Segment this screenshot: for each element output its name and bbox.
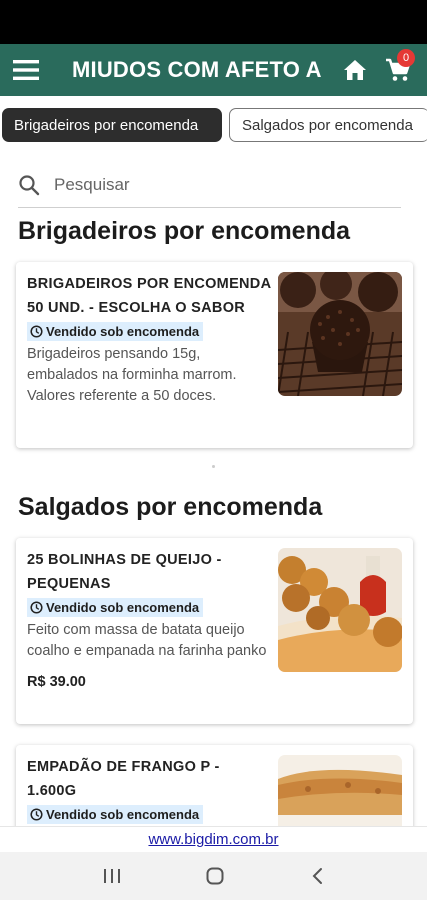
made-to-order-badge: Vendido sob encomenda (27, 805, 204, 824)
search-input[interactable] (54, 174, 354, 195)
made-to-order-badge: Vendido sob encomenda (27, 598, 204, 617)
clock-icon (30, 808, 43, 821)
search-icon (19, 174, 40, 195)
product-card[interactable]: BRIGADEIROS POR ENCOMENDA 50 UND. - ESCO… (16, 262, 413, 448)
status-bar (0, 0, 427, 44)
back-icon[interactable] (310, 867, 324, 885)
product-description: Brigadeiros pensando 15g, embalados na f… (27, 346, 237, 404)
app-bar: MIUDOS COM AFETO A 0 (0, 44, 427, 96)
cheese-balls-photo (278, 548, 402, 672)
home-button[interactable] (335, 44, 375, 96)
app-title: MIUDOS COM AFETO A (72, 57, 322, 82)
brigadeiro-photo (278, 272, 402, 396)
product-name: 25 BOLINHAS DE QUEIJO - PEQUENAS (27, 552, 222, 592)
cart-count-badge: 0 (397, 49, 415, 67)
product-name: BRIGADEIROS POR ENCOMENDA 50 UND. - ESCO… (27, 276, 271, 316)
tab-salgados[interactable]: Salgados por encomenda (229, 108, 427, 142)
menu-icon (13, 60, 39, 80)
category-tabs: Brigadeiros por encomenda Salgados por e… (0, 106, 427, 144)
product-price: R$ 39.00 (27, 674, 86, 690)
home-circle-icon[interactable] (206, 867, 224, 885)
product-image-brigadeiro[interactable] (278, 272, 402, 396)
footer-link[interactable]: www.bigdim.com.br (0, 826, 427, 852)
product-card[interactable]: 25 BOLINHAS DE QUEIJO - PEQUENAS Vendido… (16, 538, 413, 724)
home-icon (344, 60, 366, 80)
tab-brigadeiros[interactable]: Brigadeiros por encomenda (2, 108, 222, 142)
made-to-order-badge: Vendido sob encomenda (27, 322, 204, 341)
product-description: Feito com massa de batata queijo coalho … (27, 622, 267, 659)
clock-icon (30, 601, 43, 614)
section-title-brigadeiros: Brigadeiros por encomenda (18, 217, 351, 245)
section-title-salgados: Salgados por encomenda (18, 493, 323, 521)
clock-icon (30, 325, 43, 338)
recent-apps-icon[interactable] (103, 868, 121, 884)
system-nav-bar (0, 852, 427, 900)
product-name: EMPADÃO DE FRANGO P - 1.600G (27, 759, 220, 799)
search-bar (18, 162, 401, 208)
divider-dot (212, 465, 215, 468)
product-image-bolinhas[interactable] (278, 548, 402, 672)
cart-button[interactable]: 0 (375, 44, 421, 96)
menu-button[interactable] (0, 44, 52, 96)
